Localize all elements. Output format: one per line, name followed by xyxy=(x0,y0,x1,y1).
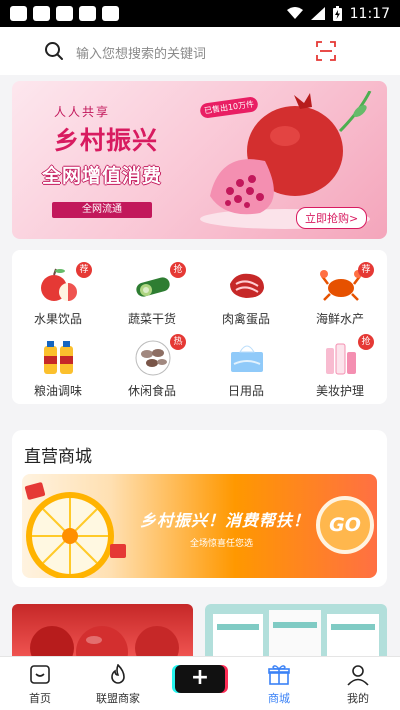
buy-now-button[interactable]: 立即抢购> xyxy=(296,207,368,229)
wifi-icon xyxy=(286,7,303,19)
search-bar[interactable]: 输入您想搜索的关键词 xyxy=(0,27,400,75)
notification-icon xyxy=(102,6,119,21)
plus-icon: + xyxy=(190,665,210,690)
category-meat[interactable]: 肉禽蛋品 xyxy=(206,256,286,326)
crab-icon xyxy=(320,270,362,301)
fire-icon xyxy=(111,664,125,684)
category-label: 海鲜水产 xyxy=(315,312,364,326)
category-label: 肉禽蛋品 xyxy=(221,312,270,326)
signal-icon xyxy=(310,7,325,20)
notification-icon xyxy=(33,6,50,21)
notification-icons xyxy=(10,6,119,21)
prize-wheel-icon xyxy=(24,482,126,578)
nav-profile[interactable]: 我的 xyxy=(318,657,398,710)
category-tag: 热 xyxy=(170,334,186,350)
product-card-apples[interactable] xyxy=(12,604,193,656)
cucumber-icon xyxy=(136,277,170,297)
nav-alliance-merchants[interactable]: 联盟商家 xyxy=(78,657,158,710)
scan-icon[interactable] xyxy=(316,41,336,61)
category-label: 美妆护理 xyxy=(315,384,364,398)
category-label: 休闲食品 xyxy=(127,384,176,398)
nav-label: 首页 xyxy=(29,692,51,705)
mall-promo-banner[interactable]: 乡村振兴！消费帮扶！ 全场惊喜任您选 GO xyxy=(22,474,377,578)
nav-label: 联盟商家 xyxy=(96,692,140,705)
meat-icon xyxy=(230,273,264,298)
search-icon[interactable] xyxy=(44,41,64,61)
category-tag: 荐 xyxy=(76,262,92,278)
category-label: 粮油调味 xyxy=(33,384,82,398)
category-label: 日用品 xyxy=(227,384,264,398)
category-seafood[interactable]: 荐 海鲜水产 xyxy=(300,256,380,326)
apples-image xyxy=(30,626,179,656)
banner-pill: 全网流通 xyxy=(52,202,152,218)
mall-subtext: 全场惊喜任您选 xyxy=(190,539,254,549)
product-card-tissues[interactable] xyxy=(205,604,387,656)
category-beauty[interactable]: 抢 美妆护理 xyxy=(300,328,380,398)
promo-banner[interactable]: 人人共享 乡村振兴 全网增值消费 全网流通 已售出10万件 立即抢购> xyxy=(12,81,387,239)
cosmetics-icon xyxy=(326,343,356,375)
category-label: 水果饮品 xyxy=(33,312,82,326)
category-label: 蔬菜干货 xyxy=(127,312,176,326)
category-fruit[interactable]: 荐 水果饮品 xyxy=(18,256,98,326)
nav-label: 商城 xyxy=(268,692,290,705)
category-tag: 荐 xyxy=(358,262,374,278)
tissue-packs-image xyxy=(213,610,379,656)
category-vegetables[interactable]: 抢 蔬菜干货 xyxy=(112,256,192,326)
category-tag: 抢 xyxy=(358,334,374,350)
direct-mall-section: 直营商城 乡村振兴！消费帮扶！ 全场惊喜任您选 GO xyxy=(12,430,387,587)
category-grid: 荐 水果饮品 抢 蔬菜干货 肉禽蛋品 荐 海鲜水产 粮油调味 热 休闲食品 日用… xyxy=(12,250,387,404)
gift-icon xyxy=(268,665,290,685)
apple-icon xyxy=(41,268,77,301)
bottom-nav: 首页 联盟商家 + 商城 我的 xyxy=(0,656,400,710)
nav-home[interactable]: 首页 xyxy=(0,657,80,710)
category-tag: 抢 xyxy=(170,262,186,278)
notification-icon xyxy=(79,6,96,21)
mall-slogan: 乡村振兴！消费帮扶！ xyxy=(140,511,311,530)
category-daily-goods[interactable]: 日用品 xyxy=(206,328,286,398)
person-icon xyxy=(347,665,369,686)
status-bar: 11:17 xyxy=(0,0,400,27)
category-snacks[interactable]: 热 休闲食品 xyxy=(112,328,192,398)
nav-label: 我的 xyxy=(347,692,369,705)
plus-button[interactable]: + xyxy=(175,665,225,693)
tissue-box-icon xyxy=(231,345,263,372)
snack-bowl-icon xyxy=(135,340,171,376)
battery-icon xyxy=(332,6,342,21)
banner-subtitle: 全网增值消费 xyxy=(42,165,163,187)
go-button[interactable]: GO xyxy=(316,496,374,554)
nav-mall[interactable]: 商城 xyxy=(239,657,319,710)
search-input[interactable]: 输入您想搜索的关键词 xyxy=(76,43,206,62)
home-icon xyxy=(30,665,50,684)
section-title: 直营商城 xyxy=(24,447,92,467)
notification-icon xyxy=(56,6,73,21)
notification-icon xyxy=(10,6,27,21)
oil-bottle-icon xyxy=(44,341,73,374)
banner-tagline: 人人共享 xyxy=(54,105,111,119)
category-grain-oil[interactable]: 粮油调味 xyxy=(18,328,98,398)
banner-title: 乡村振兴 xyxy=(54,126,159,155)
status-time: 11:17 xyxy=(349,5,390,22)
